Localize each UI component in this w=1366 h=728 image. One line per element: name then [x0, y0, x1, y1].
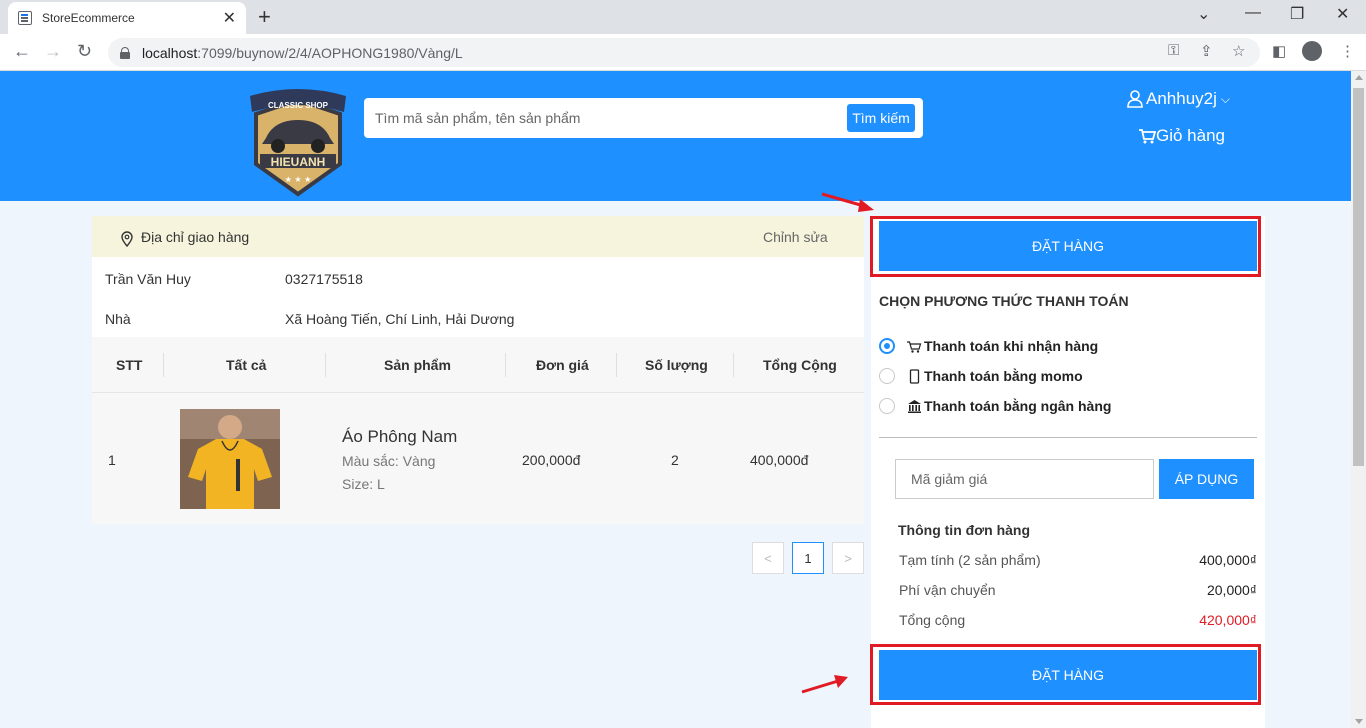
page-icon — [18, 11, 32, 25]
profile-avatar[interactable] — [1302, 41, 1322, 61]
bank-icon — [908, 399, 921, 413]
logo-banner-text: CLASSIC SHOP — [268, 101, 329, 110]
payment-option-cod[interactable]: Thanh toán khi nhận hàng — [907, 338, 1098, 354]
mobile-icon — [909, 368, 920, 384]
section-divider — [879, 437, 1257, 438]
username: Anhhuy2j — [1146, 89, 1217, 108]
lock-icon — [120, 46, 130, 59]
browser-address-bar: ← → ↻ localhost:7099/buynow/2/4/AOPHONG1… — [0, 34, 1366, 71]
address-type: Nhà — [105, 311, 131, 327]
product-name[interactable]: Áo Phông Nam — [342, 427, 457, 447]
payment-radio-bank[interactable] — [879, 398, 895, 414]
column-divider — [163, 353, 164, 377]
url-path: :7099/buynow/2/4/AOPHONG1980/Vàng/L — [197, 44, 463, 61]
payment-label: Thanh toán bằng ngân hàng — [924, 398, 1112, 414]
star-icon[interactable]: ☆ — [1232, 42, 1245, 60]
annotation-arrow-icon — [821, 192, 874, 212]
subtotal-value: 400,000₫ — [1199, 552, 1257, 568]
url-host: localhost — [142, 44, 198, 61]
shop-logo[interactable]: CLASSIC SHOP HIEUANH ★ ★ ★ — [246, 86, 350, 198]
shipping-label: Phí vận chuyển — [899, 582, 996, 598]
place-order-button-bottom[interactable]: ĐẶT HÀNG — [879, 650, 1257, 700]
column-header: Sản phẩm — [384, 357, 451, 373]
column-divider — [325, 353, 326, 377]
row-total: 400,000đ — [750, 452, 809, 468]
side-panel-icon[interactable]: ◧ — [1272, 42, 1286, 60]
place-order-button-top[interactable]: ĐẶT HÀNG — [879, 221, 1257, 271]
edit-address-link[interactable]: Chỉnh sửa — [763, 229, 828, 245]
payment-option-momo[interactable]: Thanh toán bằng momo — [907, 368, 1083, 384]
header-divider — [92, 392, 864, 393]
restore-icon[interactable]: ❐ — [1290, 4, 1304, 24]
total-value: 420,000₫ — [1199, 612, 1257, 628]
close-tab-icon[interactable]: ✕ — [223, 8, 236, 28]
prev-page-button[interactable]: < — [752, 542, 784, 574]
recipient-name: Trần Văn Huy — [105, 271, 191, 287]
next-page-button[interactable]: > — [832, 542, 864, 574]
column-header: Số lượng — [645, 357, 708, 373]
scroll-down-icon[interactable] — [1355, 719, 1363, 724]
page-scrollbar[interactable] — [1351, 71, 1366, 728]
payment-option-bank[interactable]: Thanh toán bằng ngân hàng — [907, 398, 1111, 414]
search-bar: Tìm kiếm — [364, 98, 923, 138]
browser-tab[interactable]: StoreEcommerce ✕ — [8, 2, 246, 34]
payment-label: Thanh toán khi nhận hàng — [924, 338, 1099, 354]
page-1-button[interactable]: 1 — [792, 542, 824, 574]
payment-label: Thanh toán bằng momo — [924, 368, 1083, 384]
location-pin-icon — [121, 231, 133, 247]
product-image[interactable] — [180, 409, 280, 509]
scrollbar-thumb[interactable] — [1353, 88, 1364, 466]
column-divider — [733, 353, 734, 377]
address-title: Địa chỉ giao hàng — [141, 229, 250, 245]
close-window-icon[interactable]: ✕ — [1336, 4, 1349, 24]
cart-link[interactable]: Giỏ hàng — [1139, 126, 1225, 146]
search-input[interactable] — [375, 110, 847, 126]
scroll-up-icon[interactable] — [1355, 75, 1363, 80]
recipient-phone: 0327175518 — [285, 271, 363, 287]
tab-title: StoreEcommerce — [42, 11, 135, 25]
chevron-down-icon: ⌵ — [1220, 91, 1230, 106]
svg-text:★ ★ ★: ★ ★ ★ — [285, 175, 312, 184]
row-index: 1 — [108, 452, 116, 468]
annotation-arrow-icon — [801, 675, 848, 694]
search-button[interactable]: Tìm kiếm — [847, 104, 915, 132]
tab-search-icon[interactable]: ⌄ — [1197, 4, 1210, 24]
user-icon — [1127, 90, 1143, 108]
url-field[interactable]: localhost:7099/buynow/2/4/AOPHONG1980/Và… — [108, 38, 1260, 67]
cart-label: Giỏ hàng — [1156, 126, 1225, 145]
order-info-title: Thông tin đơn hàng — [898, 522, 1031, 538]
column-divider — [505, 353, 506, 377]
total-label: Tổng cộng — [899, 612, 966, 628]
forward-icon[interactable]: → — [44, 41, 62, 62]
logo-text: HIEUANH — [271, 155, 326, 169]
unit-price: 200,000đ — [522, 452, 581, 468]
new-tab-icon[interactable]: + — [258, 4, 271, 30]
coupon-input[interactable] — [895, 459, 1154, 499]
quantity: 2 — [671, 452, 679, 468]
share-icon[interactable]: ⇪ — [1200, 42, 1213, 60]
back-icon[interactable]: ← — [13, 41, 31, 62]
reload-icon[interactable]: ↻ — [77, 41, 92, 62]
column-header: Tất cả — [226, 357, 267, 373]
address-detail: Xã Hoàng Tiến, Chí Linh, Hải Dương — [285, 311, 515, 327]
minimize-icon[interactable]: — — [1245, 4, 1261, 22]
shipping-value: 20,000₫ — [1206, 582, 1257, 598]
payment-title: CHỌN PHƯƠNG THỨC THANH TOÁN — [879, 293, 1129, 309]
apply-coupon-button[interactable]: ÁP DỤNG — [1159, 459, 1254, 499]
product-size: Size: L — [342, 476, 385, 492]
column-header: Đơn giá — [536, 357, 589, 373]
column-header: STT — [116, 357, 143, 373]
column-divider — [616, 353, 617, 377]
menu-icon[interactable]: ⋮ — [1340, 42, 1355, 60]
user-menu[interactable]: Anhhuy2j ⌵ — [1127, 89, 1230, 109]
payment-radio-momo[interactable] — [879, 368, 895, 384]
column-header: Tổng Cộng — [763, 357, 837, 373]
cart-icon — [907, 340, 922, 353]
product-color: Màu sắc: Vàng — [342, 453, 436, 469]
cart-icon — [1139, 128, 1156, 143]
key-icon[interactable]: ⚿ — [1168, 42, 1179, 59]
browser-tab-bar: StoreEcommerce ✕ + ⌄ — ❐ ✕ — [0, 0, 1366, 34]
subtotal-label: Tạm tính (2 sản phẩm) — [899, 552, 1041, 568]
payment-radio-cod[interactable] — [879, 338, 895, 354]
